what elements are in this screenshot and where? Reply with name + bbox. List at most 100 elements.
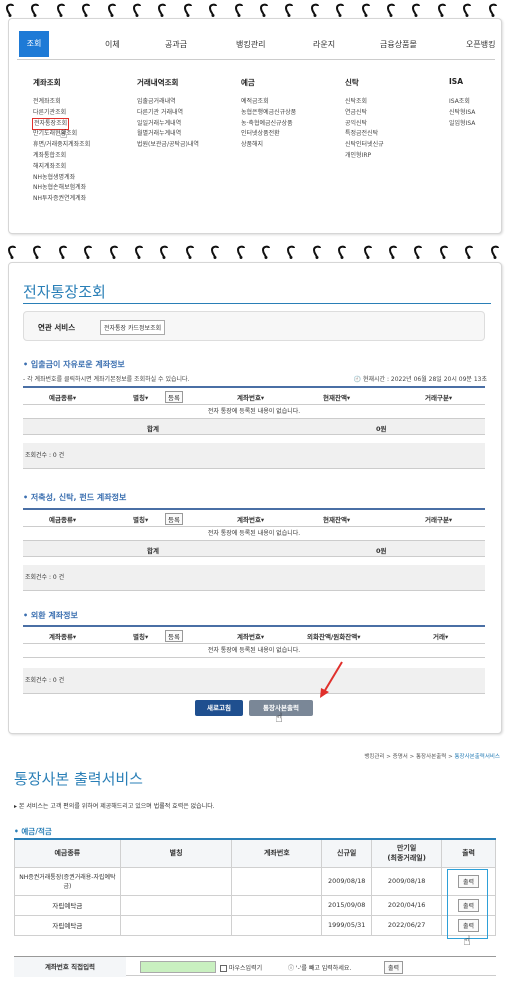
register-button[interactable]: 등록: [165, 630, 183, 642]
cell-maturity: 2022/06/27: [371, 914, 443, 936]
col-account-no[interactable]: 계좌번호▾: [237, 392, 264, 402]
page-title: 전자통장조회: [23, 283, 106, 301]
register-button[interactable]: 등록: [165, 391, 183, 403]
col-trade-type[interactable]: 거래구분▾: [425, 392, 452, 402]
menu-item[interactable]: 공익신탁: [345, 119, 384, 130]
menu-item[interactable]: 특정금전신탁: [345, 129, 384, 140]
col-account-type[interactable]: 계좌종류▾: [49, 631, 76, 641]
menu-item[interactable]: ISA조회: [449, 97, 475, 108]
menu-item[interactable]: 법원(보관금/공탁금)내역: [137, 140, 199, 151]
menu-item[interactable]: 일일거래누계내역: [137, 119, 199, 130]
menu-item[interactable]: 연금신탁: [345, 108, 384, 119]
count-row: 조회건수 : 0 건: [23, 668, 485, 694]
tab-product-mall[interactable]: 금융상품몰: [380, 39, 417, 50]
binder-ring-icon: [209, 245, 221, 259]
col-alias[interactable]: 별칭▾: [133, 631, 148, 641]
col-alias[interactable]: 별칭▾: [133, 514, 148, 524]
cell-maturity: 2020/04/16: [371, 894, 443, 916]
tab-banking-manage[interactable]: 뱅킹관리: [236, 39, 265, 50]
tab-transfer[interactable]: 이체: [105, 39, 120, 50]
col-balance[interactable]: 현재잔액▾: [323, 514, 350, 524]
breadcrumb-item[interactable]: 뱅킹관리: [364, 754, 384, 760]
menu-item[interactable]: 신탁조회: [345, 97, 384, 108]
tab-utility[interactable]: 공과금: [165, 39, 187, 50]
menu-item[interactable]: 해지계좌조회: [33, 162, 90, 173]
section-title-text: 예금/적금: [21, 827, 52, 836]
th-account: 계좌번호: [231, 838, 323, 868]
breadcrumb-item[interactable]: 증명서: [393, 754, 408, 760]
hand-cursor-icon: ☝: [463, 934, 471, 949]
col-balance[interactable]: 현재잔액▾: [323, 392, 350, 402]
menu-item[interactable]: 계좌통합조회: [33, 151, 90, 162]
binder-ring-icon: [285, 245, 297, 259]
binder-ring-icon: [487, 3, 499, 17]
binder-ring-icon: [283, 3, 295, 17]
col-deposit-type[interactable]: 예금종류▾: [49, 514, 76, 524]
menu-item[interactable]: 인터넷상품전환: [241, 129, 296, 140]
tab-open-banking[interactable]: 오픈뱅킹: [466, 39, 495, 50]
menu-item[interactable]: 신탁형ISA: [449, 108, 475, 119]
tab-inquiry[interactable]: 조회: [19, 31, 49, 57]
col-deposit-type[interactable]: 예금종류▾: [49, 392, 76, 402]
grid-header-row: 예금종류▾ 별칭▾ 등록 계좌번호▾ 현재잔액▾ 거래구분▾: [23, 510, 485, 527]
th-output: 출력: [441, 838, 496, 868]
col-account-no[interactable]: 계좌번호▾: [237, 514, 264, 524]
count-row: 조회건수 : 0 건: [23, 443, 485, 469]
col-trade-type[interactable]: 거래구분▾: [425, 514, 452, 524]
menu-col-head: 계좌조회: [33, 78, 61, 87]
input-hint: ⓘ '-'를 빼고 입력하세요.: [288, 963, 351, 972]
menu-item[interactable]: NH농협생명계좌: [33, 173, 90, 184]
refresh-button[interactable]: 새로고침: [195, 700, 243, 716]
menu-item[interactable]: 입출금거래내역: [137, 97, 199, 108]
service-note-text: 본 서비스는 고객 편의를 위하여 제공해드리고 있으며 법률적 효력은 없습니…: [18, 803, 215, 810]
account-number-input[interactable]: [140, 961, 216, 973]
th-maturity: 만기일 (최종거래일): [371, 838, 443, 868]
binder-rings-middle: [0, 244, 510, 262]
binder-ring-icon: [82, 245, 94, 259]
binder-ring-icon: [158, 245, 170, 259]
menu-item[interactable]: 예적금조회: [241, 97, 296, 108]
binder-ring-icon: [410, 3, 422, 17]
title-underline: [23, 303, 491, 304]
binder-ring-icon: [182, 3, 194, 17]
menu-col-head: 거래내역조회: [137, 78, 179, 87]
section-title-forex: • 외환 계좌정보: [23, 611, 78, 620]
binder-ring-icon: [463, 245, 475, 259]
menu-item[interactable]: 개인형IRP: [345, 151, 384, 162]
menu-item[interactable]: 상품해지: [241, 140, 296, 151]
menu-item[interactable]: NH농협손해보험계좌: [33, 183, 90, 194]
breadcrumb-item[interactable]: 통장사본출력: [416, 754, 446, 760]
menu-item[interactable]: 전계좌조회: [33, 97, 90, 108]
menu-item[interactable]: 농·축협예금신규상품: [241, 119, 296, 130]
menu-item[interactable]: 다른기관 거래내역: [137, 108, 199, 119]
cell-type: 자립예탁금: [14, 914, 121, 936]
section-title-text: 저축성, 신탁, 펀드 계좌정보: [30, 493, 127, 502]
mouse-input-label: 마우스입력기: [229, 965, 263, 972]
binder-ring-icon: [233, 3, 245, 17]
col-fx-balance[interactable]: 외화잔액/원화잔액▾: [307, 631, 360, 641]
menu-item[interactable]: NH투자증권연계계좌: [33, 194, 90, 205]
section-title-savings: • 저축성, 신탁, 펀드 계좌정보: [23, 493, 127, 502]
binder-ring-icon: [436, 3, 448, 17]
menu-item[interactable]: 휴면/거래중지계좌조회: [33, 140, 90, 151]
col-trade[interactable]: 거래▾: [433, 631, 448, 641]
tab-lounge[interactable]: 라운지: [313, 39, 335, 50]
cell-account: [231, 894, 323, 916]
card-info-button[interactable]: 전자통장 카드정보조회: [100, 320, 166, 335]
binder-ring-icon: [133, 245, 145, 259]
total-row: 합계 0원: [23, 541, 485, 557]
mouse-input-checkbox[interactable]: 마우스입력기: [220, 963, 262, 972]
menu-item[interactable]: 농협은행예금신규상품: [241, 108, 296, 119]
binder-ring-icon: [489, 245, 501, 259]
menu-item[interactable]: 일임형ISA: [449, 119, 475, 130]
menu-item[interactable]: 월별거래누계내역: [137, 129, 199, 140]
register-button[interactable]: 등록: [165, 513, 183, 525]
direct-output-button[interactable]: 출력: [384, 961, 404, 974]
direct-input-label: 계좌번호 직접입력: [14, 957, 126, 977]
col-account-no[interactable]: 계좌번호▾: [237, 631, 264, 641]
th-deposit-type: 예금종류: [14, 838, 121, 868]
menu-item[interactable]: 다른기관조회: [33, 108, 90, 119]
empty-row: 전자 통장에 등록된 내용이 없습니다.: [23, 644, 485, 658]
col-alias[interactable]: 별칭▾: [133, 392, 148, 402]
menu-item[interactable]: 신탁인터넷신규: [345, 140, 384, 151]
